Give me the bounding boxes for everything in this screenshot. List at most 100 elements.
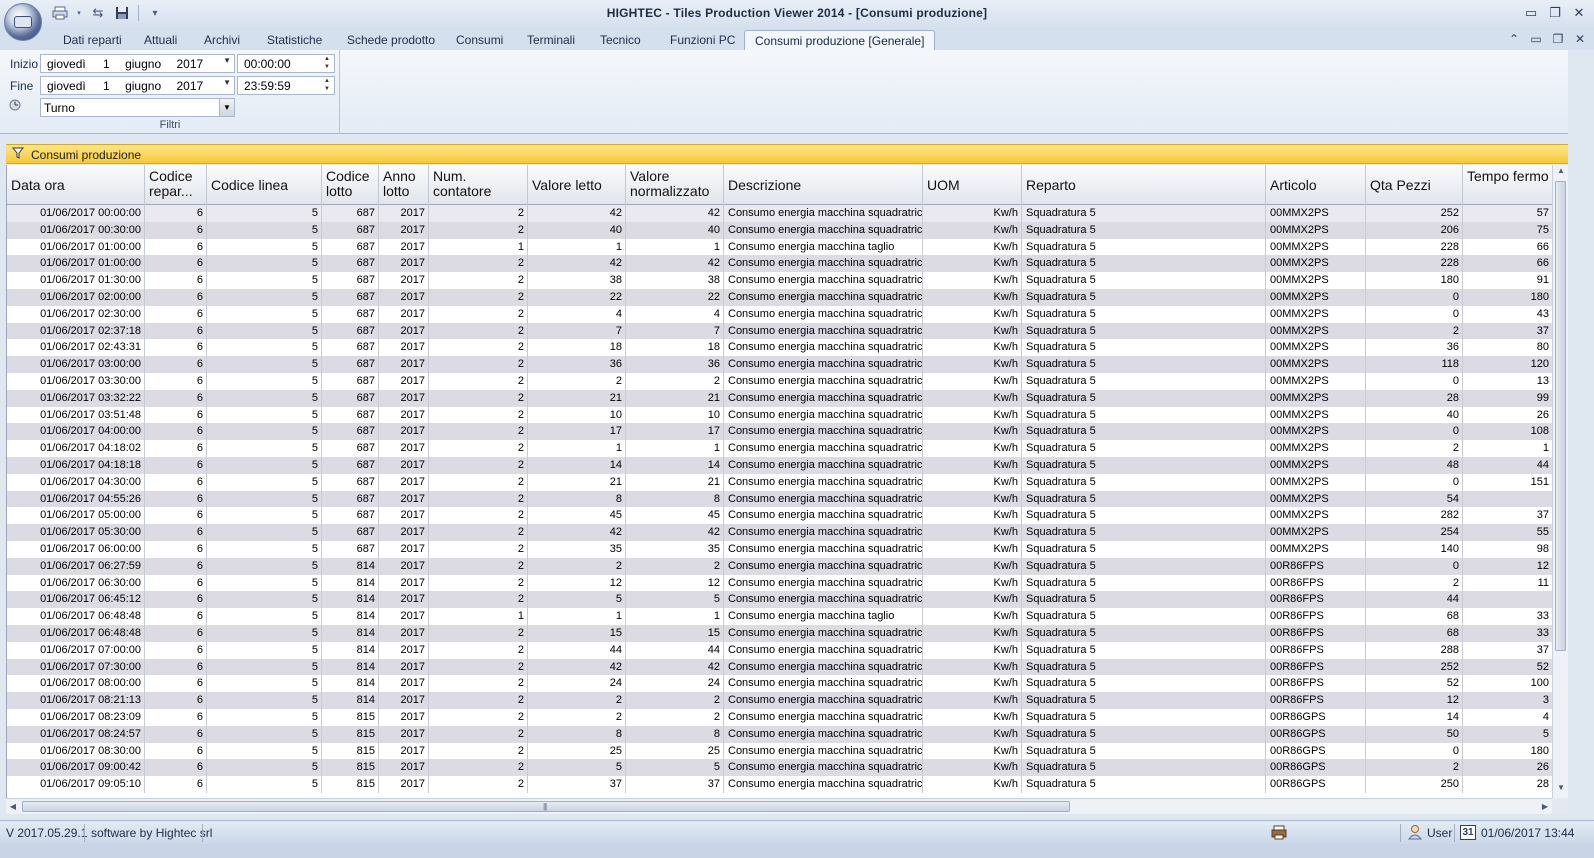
tab-tecnico[interactable]: Tecnico	[600, 30, 641, 50]
vertical-scrollbar[interactable]: ▲ ▼	[1552, 165, 1568, 798]
scroll-right-icon[interactable]: ▶	[1538, 800, 1552, 814]
tab-dati-reparti[interactable]: Dati reparti	[63, 30, 122, 50]
column-header-valore-letto[interactable]: Valore letto	[528, 165, 626, 205]
table-row[interactable]: 01/06/2017 00:30:00 6 5 687 2017 2 40 40 Consumo…	[7, 221, 1552, 239]
app-menu-orb[interactable]	[4, 3, 42, 41]
vertical-scroll-thumb[interactable]	[1555, 181, 1566, 651]
tab-archivi[interactable]: Archivi	[204, 30, 240, 50]
column-header-anno-lotto[interactable]: Anno lotto	[379, 165, 429, 205]
table-row[interactable]: 01/06/2017 08:23:09 6 5 815 2017 2 2 2 Consumo e…	[7, 709, 1552, 726]
tab-terminali[interactable]: Terminali	[527, 30, 575, 50]
mdi-restore-icon[interactable]: ❐	[1552, 32, 1564, 46]
table-row[interactable]: 01/06/2017 00:00:00 6 5 687 2017 2 42 42 Consumo…	[7, 205, 1552, 222]
mdi-minimize-icon[interactable]: ▭	[1530, 32, 1542, 46]
table-row[interactable]: 01/06/2017 04:00:00 6 5 687 2017 2 17 17 Consumo…	[7, 423, 1552, 441]
column-header-data-ora[interactable]: Data ora	[7, 165, 145, 205]
table-row[interactable]: 01/06/2017 08:21:13 6 5 814 2017 2 2 2 Consumo e…	[7, 692, 1552, 709]
column-header-qta-pezzi[interactable]: Qta Pezzi	[1366, 165, 1463, 205]
table-row[interactable]: 01/06/2017 09:00:42 6 5 815 2017 2 5 5 Consumo e…	[7, 759, 1552, 777]
printer-icon[interactable]	[1270, 824, 1288, 843]
table-row[interactable]: 01/06/2017 08:00:00 6 5 814 2017 2 24 24 Consumo…	[7, 675, 1552, 693]
table-row[interactable]: 01/06/2017 03:51:48 6 5 687 2017 2 10 10 Consumo…	[7, 406, 1552, 424]
table-row[interactable]: 01/06/2017 06:48:48 6 5 814 2017 1 1 1 Consumo e…	[7, 608, 1552, 625]
start-date-picker[interactable]: giovedì 1 giugno 2017 ▼	[40, 54, 235, 73]
table-row[interactable]: 01/06/2017 01:00:00 6 5 687 2017 1 1 1 Consumo e…	[7, 238, 1552, 256]
table-row[interactable]: 01/06/2017 02:30:00 6 5 687 2017 2 4 4 Consumo e…	[7, 305, 1552, 323]
table-row[interactable]: 01/06/2017 03:32:22 6 5 687 2017 2 21 21 Consumo…	[7, 389, 1552, 407]
table-row[interactable]: 01/06/2017 05:00:00 6 5 687 2017 2 45 45 Consumo…	[7, 507, 1552, 525]
column-header-valore-normalizzato[interactable]: Valore normalizzato	[626, 165, 724, 205]
tab-consumi[interactable]: Consumi	[456, 30, 503, 50]
table-row[interactable]: 01/06/2017 04:30:00 6 5 687 2017 2 21 21 Consumo…	[7, 473, 1552, 491]
close-icon[interactable]: ✕	[1572, 5, 1586, 20]
cell-reparto: Squadratura 5	[1026, 677, 1096, 690]
table-row[interactable]: 01/06/2017 04:55:26 6 5 687 2017 2 8 8 Consumo e…	[7, 490, 1552, 508]
table-row[interactable]: 01/06/2017 08:24:57 6 5 815 2017 2 8 8 Consumo e…	[7, 725, 1552, 743]
minimize-icon[interactable]: ▭	[1524, 5, 1538, 20]
vendor-text: software by Hightec srl	[91, 826, 213, 840]
table-row[interactable]: 01/06/2017 06:48:48 6 5 814 2017 2 15 15 Consumo…	[7, 625, 1552, 642]
tab-statistiche[interactable]: Statistiche	[267, 30, 322, 50]
table-row[interactable]: 01/06/2017 06:30:00 6 5 814 2017 2 12 12 Consumo…	[7, 574, 1552, 592]
chevron-down-icon[interactable]: ▼	[223, 78, 231, 87]
cell-reparto: Squadratura 5	[1026, 627, 1096, 639]
cell-articolo: 00MMX2PS	[1270, 307, 1329, 320]
table-row[interactable]: 01/06/2017 06:27:59 6 5 814 2017 2 2 2 Consumo e…	[7, 557, 1552, 575]
cell-codice-reparto: 6	[196, 425, 203, 438]
table-row[interactable]: 01/06/2017 02:00:00 6 5 687 2017 2 22 22 Consumo…	[7, 289, 1552, 306]
scroll-up-icon[interactable]: ▲	[1553, 166, 1569, 180]
tab-schede-prodotto[interactable]: Schede prodotto	[347, 30, 435, 50]
cell-descrizione: Consumo energia macchina squadratrice	[728, 559, 923, 572]
spinner-icon[interactable]: ▲ ▼	[322, 55, 332, 72]
table-row[interactable]: 01/06/2017 04:18:18 6 5 687 2017 2 14 14 Consumo…	[7, 457, 1552, 474]
tab-attuali[interactable]: Attuali	[144, 30, 177, 50]
table-row[interactable]: 01/06/2017 04:18:02 6 5 687 2017 2 1 1 Consumo e…	[7, 440, 1552, 457]
chevron-down-icon[interactable]: ▼	[219, 99, 234, 116]
table-row[interactable]: 01/06/2017 08:30:00 6 5 815 2017 2 25 25 Consumo…	[7, 742, 1552, 760]
column-header-tempo-fermo[interactable]: Tempo fermo	[1463, 165, 1552, 205]
mdi-close-icon[interactable]: ✕	[1574, 32, 1586, 46]
column-header-codice-lotto[interactable]: Codice lotto	[322, 165, 379, 205]
table-row[interactable]: 01/06/2017 03:00:00 6 5 687 2017 2 36 36 Consumo…	[7, 356, 1552, 373]
filter-funnel-icon[interactable]	[11, 147, 25, 162]
start-label: Inizio	[10, 57, 39, 71]
cell-codice-lotto: 814	[356, 559, 375, 572]
cell-valore-normalizzato: 40	[707, 223, 720, 236]
restore-icon[interactable]: ❐	[1548, 5, 1562, 20]
end-date-picker[interactable]: giovedì 1 giugno 2017 ▼	[40, 76, 235, 95]
column-header-descrizione[interactable]: Descrizione	[724, 165, 923, 205]
tab-funzioni-pc[interactable]: Funzioni PC	[670, 30, 735, 50]
column-header-uom[interactable]: UOM	[923, 165, 1022, 205]
chevron-down-icon[interactable]: ▼	[223, 56, 231, 65]
cell-codice-linea: 5	[311, 475, 318, 488]
table-row[interactable]: 01/06/2017 07:00:00 6 5 814 2017 2 44 44 Consumo…	[7, 641, 1552, 659]
collapse-ribbon-icon[interactable]: ⌃	[1508, 32, 1520, 46]
table-row[interactable]: 01/06/2017 09:05:10 6 5 815 2017 2 37 37 Consumo…	[7, 776, 1552, 793]
end-time-field[interactable]: 23:59:59 ▲ ▼	[237, 76, 335, 95]
shift-combo[interactable]: Turno ▼	[40, 98, 235, 117]
table-row[interactable]: 01/06/2017 06:00:00 6 5 687 2017 2 35 35 Consumo…	[7, 541, 1552, 558]
column-header-codice-reparto[interactable]: Codice repar...	[145, 165, 207, 205]
scroll-down-icon[interactable]: ▼	[1553, 783, 1569, 797]
column-header-articolo[interactable]: Articolo	[1266, 165, 1366, 205]
table-row[interactable]: 01/06/2017 02:37:18 6 5 687 2017 2 7 7 Consumo e…	[7, 322, 1552, 340]
cell-tempo-fermo: 120	[1530, 358, 1549, 371]
column-header-num-contatore[interactable]: Num. contatore	[429, 165, 528, 205]
start-time-field[interactable]: 00:00:00 ▲ ▼	[237, 54, 335, 73]
column-header-codice-linea[interactable]: Codice linea	[207, 165, 322, 205]
horizontal-scrollbar[interactable]: ◀ ||| ▶	[6, 798, 1552, 814]
table-row[interactable]: 01/06/2017 02:43:31 6 5 687 2017 2 18 18 Consumo…	[7, 339, 1552, 357]
spinner-icon[interactable]: ▲ ▼	[322, 77, 332, 94]
table-row[interactable]: 01/06/2017 06:45:12 6 5 814 2017 2 5 5 Consumo e…	[7, 591, 1552, 609]
table-row[interactable]: 01/06/2017 01:00:00 6 5 687 2017 2 42 42 Consumo…	[7, 255, 1552, 273]
cell-codice-reparto: 6	[196, 509, 203, 522]
scroll-left-icon[interactable]: ◀	[6, 800, 20, 814]
cell-tempo-fermo: 91	[1536, 274, 1549, 287]
tab-consumi-produzione-generale[interactable]: Consumi produzione [Generale]	[744, 30, 936, 50]
table-row[interactable]: 01/06/2017 07:30:00 6 5 814 2017 2 42 42 Consumo…	[7, 658, 1552, 676]
table-row[interactable]: 01/06/2017 01:30:00 6 5 687 2017 2 38 38 Consumo…	[7, 272, 1552, 289]
column-header-reparto[interactable]: Reparto	[1022, 165, 1266, 205]
horizontal-scroll-thumb[interactable]: |||	[22, 801, 1070, 812]
table-row[interactable]: 01/06/2017 03:30:00 6 5 687 2017 2 2 2 Consumo e…	[7, 373, 1552, 390]
table-row[interactable]: 01/06/2017 05:30:00 6 5 687 2017 2 42 42 Consumo…	[7, 524, 1552, 541]
